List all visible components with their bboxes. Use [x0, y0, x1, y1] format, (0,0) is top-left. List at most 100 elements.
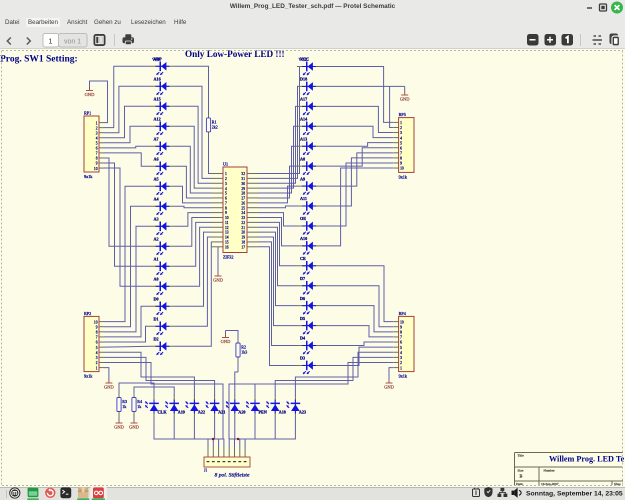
svg-text:Willem Prog. LED Te: Willem Prog. LED Te — [549, 455, 625, 464]
svg-text:Size: Size — [518, 469, 524, 473]
svg-text:A21: A21 — [218, 410, 225, 415]
svg-text:9x1k: 9x1k — [84, 174, 93, 179]
svg-text:A3: A3 — [154, 217, 159, 222]
svg-text:2: 2 — [225, 177, 227, 181]
svg-text:2k2: 2k2 — [212, 124, 218, 129]
svg-text:9: 9 — [400, 162, 402, 166]
svg-text:1: 1 — [96, 121, 98, 125]
svg-text:22: 22 — [241, 221, 245, 225]
svg-text:7: 7 — [400, 152, 402, 156]
svg-text:8: 8 — [96, 331, 98, 335]
svg-text:11: 11 — [225, 221, 229, 225]
svg-text:6: 6 — [96, 341, 98, 345]
svg-text:D4: D4 — [300, 336, 306, 341]
svg-text:A15: A15 — [154, 97, 161, 102]
svg-text:10: 10 — [225, 216, 229, 220]
svg-text:20: 20 — [241, 231, 245, 235]
svg-text:CE: CE — [300, 256, 306, 261]
svg-text:A0: A0 — [154, 277, 159, 282]
svg-text:Title: Title — [518, 454, 525, 458]
svg-text:9x1k: 9x1k — [399, 174, 408, 179]
svg-text:32: 32 — [241, 172, 245, 176]
svg-text:10: 10 — [400, 167, 404, 171]
svg-text:U1: U1 — [223, 162, 228, 167]
svg-text:VPP: VPP — [152, 57, 161, 62]
svg-text:23: 23 — [241, 216, 245, 220]
svg-text:1: 1 — [48, 37, 52, 46]
svg-text:3: 3 — [400, 131, 402, 135]
svg-text:A18: A18 — [279, 410, 286, 415]
svg-text:3: 3 — [400, 356, 402, 360]
svg-text:10: 10 — [94, 167, 98, 171]
svg-text:A19: A19 — [178, 410, 185, 415]
svg-text:24: 24 — [241, 211, 245, 215]
svg-text:9x1k: 9x1k — [84, 374, 93, 379]
svg-text:4: 4 — [400, 136, 402, 140]
svg-text:14: 14 — [225, 236, 229, 240]
svg-text:Number: Number — [544, 469, 556, 473]
svg-text:8: 8 — [400, 331, 402, 335]
svg-text:15: 15 — [225, 241, 229, 245]
svg-text:1k: 1k — [137, 404, 141, 409]
svg-text:A4: A4 — [154, 197, 160, 202]
svg-text:7: 7 — [400, 336, 402, 340]
svg-text:2: 2 — [96, 361, 98, 365]
svg-text:1: 1 — [400, 366, 402, 370]
svg-text:GND: GND — [85, 92, 95, 97]
svg-text:8: 8 — [96, 157, 98, 161]
svg-text:8 pol. Stiftleiste: 8 pol. Stiftleiste — [215, 472, 250, 479]
svg-text:D0: D0 — [154, 297, 159, 302]
svg-text:4: 4 — [225, 187, 227, 191]
svg-text:28: 28 — [241, 192, 245, 196]
svg-text:A12: A12 — [154, 117, 161, 122]
svg-text:RP2: RP2 — [84, 311, 91, 316]
svg-text:17: 17 — [241, 245, 245, 249]
svg-text:GND: GND — [104, 384, 114, 389]
svg-text:5: 5 — [400, 346, 402, 350]
svg-text:GND: GND — [213, 277, 223, 282]
svg-text:16: 16 — [225, 245, 229, 249]
svg-text:GND: GND — [384, 384, 394, 389]
svg-text:1: 1 — [96, 366, 98, 370]
svg-text:9: 9 — [96, 325, 98, 329]
svg-text:3: 3 — [96, 356, 98, 360]
svg-text:19: 19 — [241, 236, 245, 240]
svg-text:A8: A8 — [300, 156, 305, 161]
svg-text:RP1: RP1 — [84, 111, 91, 116]
svg-text:9: 9 — [400, 325, 402, 329]
svg-text:18: 18 — [241, 241, 245, 245]
svg-text:2: 2 — [400, 361, 402, 365]
svg-text:4: 4 — [96, 136, 98, 140]
svg-text:A16: A16 — [154, 77, 161, 82]
svg-text:RP4: RP4 — [399, 311, 407, 316]
svg-text:D1: D1 — [154, 317, 159, 322]
svg-text:27: 27 — [241, 197, 245, 201]
svg-text:A2: A2 — [154, 237, 159, 242]
svg-text:D2: D2 — [154, 337, 159, 342]
svg-text:D18: D18 — [300, 77, 307, 82]
svg-text:GND: GND — [400, 96, 410, 101]
svg-text:Prog. SW1 Setting:: Prog. SW1 Setting: — [0, 55, 78, 65]
svg-text:J1: J1 — [204, 469, 207, 473]
svg-text:A23: A23 — [299, 410, 306, 415]
svg-text:3: 3 — [96, 131, 98, 135]
svg-text:A9: A9 — [300, 176, 305, 181]
svg-text:GND: GND — [221, 339, 231, 344]
svg-text:6: 6 — [400, 341, 402, 345]
svg-text:1: 1 — [400, 121, 402, 125]
svg-text:4: 4 — [96, 351, 98, 355]
svg-text:6: 6 — [96, 147, 98, 151]
svg-text:A5: A5 — [154, 177, 159, 182]
svg-text:9: 9 — [225, 211, 227, 215]
svg-text:9: 9 — [96, 162, 98, 166]
svg-text:12: 12 — [225, 226, 229, 230]
svg-text:GND: GND — [129, 424, 139, 429]
svg-text:GND: GND — [114, 424, 124, 429]
svg-text:A14: A14 — [300, 116, 308, 121]
svg-text:31: 31 — [241, 177, 245, 181]
svg-text:D5: D5 — [300, 316, 305, 321]
svg-text:OE: OE — [300, 216, 306, 221]
svg-text:29: 29 — [241, 187, 245, 191]
svg-text:5: 5 — [96, 346, 98, 350]
svg-text:2: 2 — [96, 126, 98, 130]
